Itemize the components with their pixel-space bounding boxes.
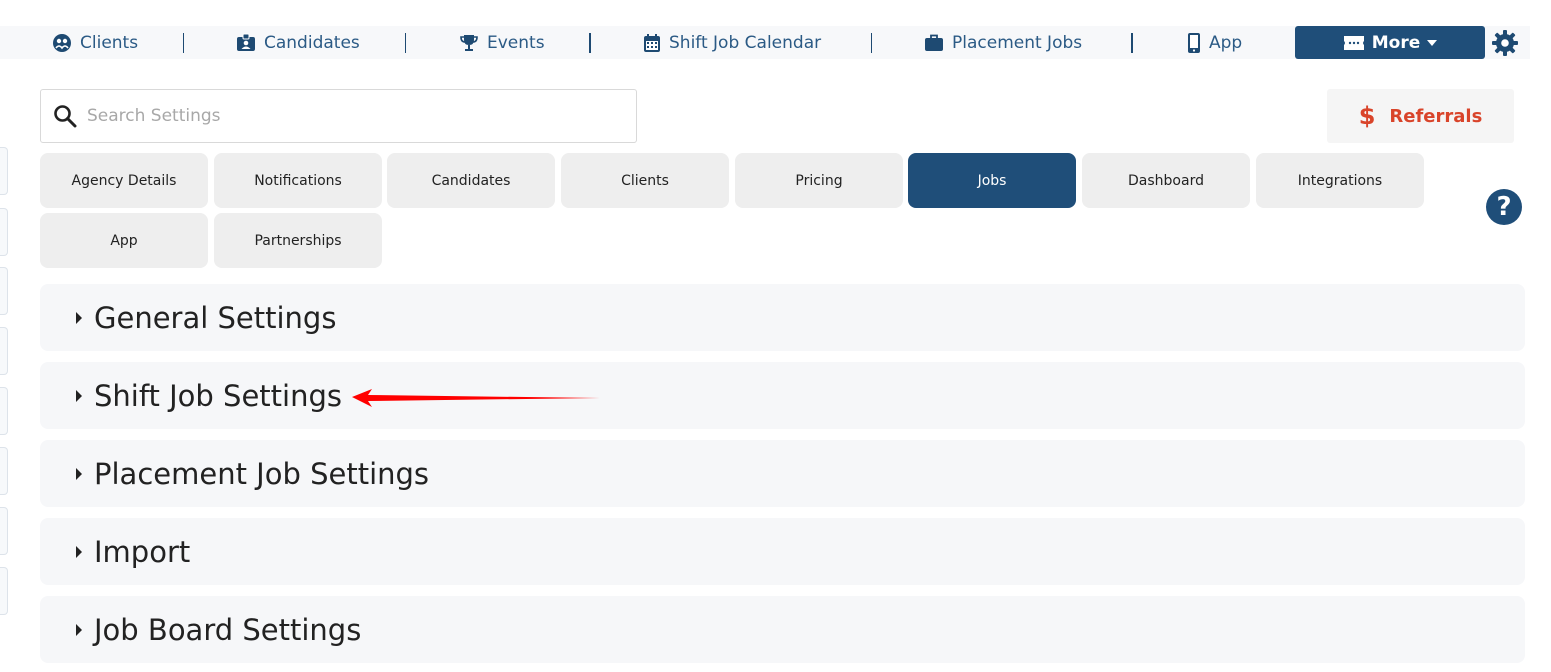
nav-item-events[interactable]: Events — [459, 26, 545, 59]
nav-label-clients: Clients — [80, 32, 139, 53]
more-label: More — [1371, 32, 1421, 53]
caret-right-icon — [76, 545, 82, 558]
clients-icon — [53, 33, 71, 52]
nav-label-shift-job-calendar: Shift Job Calendar — [669, 32, 822, 53]
calendar-icon — [644, 33, 660, 52]
nav-item-app[interactable]: App — [1187, 26, 1242, 59]
tab-clients[interactable]: Clients — [561, 153, 729, 208]
section-title: Shift Job Settings — [94, 378, 343, 413]
section-shift-job-settings[interactable]: Shift Job Settings — [40, 362, 1525, 429]
referrals-button[interactable]: $ Referrals — [1327, 89, 1514, 143]
search-input[interactable] — [87, 106, 607, 126]
referrals-label: Referrals — [1389, 105, 1483, 127]
sidebar-fragment — [0, 507, 8, 555]
tab-jobs[interactable]: Jobs — [908, 153, 1076, 208]
phone-icon — [1188, 32, 1200, 53]
search-icon — [54, 105, 77, 128]
sidebar-fragment — [0, 447, 8, 495]
tab-notifications[interactable]: Notifications — [214, 153, 382, 208]
section-import[interactable]: Import — [40, 518, 1525, 585]
tab-agency-details[interactable]: Agency Details — [40, 153, 208, 208]
caret-right-icon — [76, 389, 82, 402]
tab-dashboard[interactable]: Dashboard — [1082, 153, 1250, 208]
section-title: Placement Job Settings — [94, 456, 430, 491]
ticket-icon — [1343, 35, 1364, 50]
caret-right-icon — [76, 467, 82, 480]
sidebar-fragment — [0, 387, 8, 435]
help-icon[interactable]: ? — [1486, 189, 1522, 225]
annotation-arrow-icon — [352, 389, 600, 407]
section-general-settings[interactable]: General Settings — [40, 284, 1525, 351]
tab-candidates[interactable]: Candidates — [387, 153, 555, 208]
section-title: General Settings — [94, 300, 337, 335]
section-job-board-settings[interactable]: Job Board Settings — [40, 596, 1525, 663]
nav-divider — [183, 33, 184, 53]
nav-divider — [405, 33, 406, 53]
nav-divider — [871, 33, 872, 53]
nav-item-placement-jobs[interactable]: Placement Jobs — [924, 26, 1082, 59]
sidebar-fragment — [0, 567, 8, 615]
more-dropdown-button[interactable]: More — [1295, 26, 1485, 59]
nav-divider — [589, 33, 591, 53]
nav-item-candidates[interactable]: Candidates — [236, 26, 360, 59]
sidebar-fragment — [0, 267, 8, 315]
tab-pricing[interactable]: Pricing — [735, 153, 903, 208]
sidebar-fragment — [0, 147, 8, 195]
nav-label-app: App — [1209, 32, 1243, 53]
gear-icon[interactable] — [1491, 29, 1519, 57]
caret-down-icon — [1427, 39, 1438, 46]
nav-item-clients[interactable]: Clients — [52, 26, 138, 59]
section-title: Import — [94, 534, 191, 569]
trophy-icon — [460, 34, 478, 51]
tab-partnerships[interactable]: Partnerships — [214, 213, 382, 268]
tab-integrations[interactable]: Integrations — [1256, 153, 1424, 208]
nav-label-placement-jobs: Placement Jobs — [952, 32, 1083, 53]
nav-item-shift-job-calendar[interactable]: Shift Job Calendar — [643, 26, 821, 59]
top-navigation: Clients Candidates Events Shift Job Cale… — [0, 26, 1530, 59]
id-card-icon — [237, 33, 255, 51]
tab-app[interactable]: App — [40, 213, 208, 268]
nav-label-events: Events — [487, 32, 545, 53]
search-box — [40, 89, 637, 143]
sidebar-fragment — [0, 327, 8, 375]
caret-right-icon — [76, 311, 82, 324]
dollar-icon: $ — [1358, 102, 1376, 130]
section-placement-job-settings[interactable]: Placement Job Settings — [40, 440, 1525, 507]
caret-right-icon — [76, 623, 82, 636]
briefcase-icon — [925, 34, 943, 51]
nav-divider — [1131, 33, 1133, 53]
sidebar-fragment — [0, 208, 8, 256]
nav-label-candidates: Candidates — [264, 32, 360, 53]
section-title: Job Board Settings — [94, 612, 362, 647]
